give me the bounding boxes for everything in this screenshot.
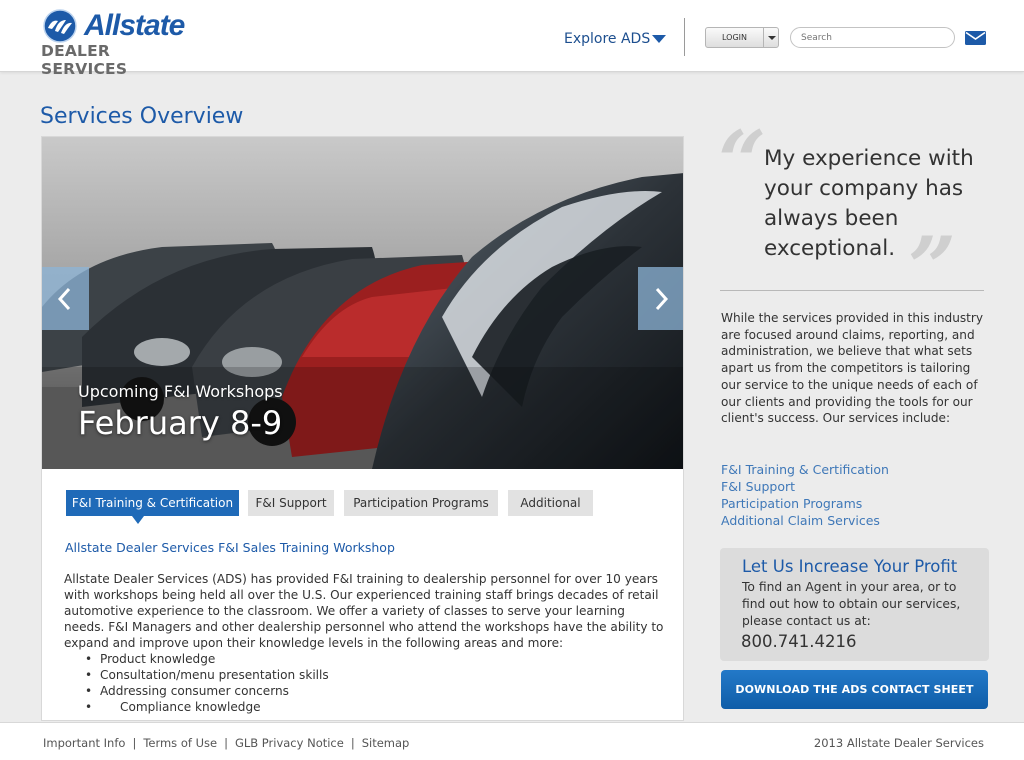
carousel-next-button[interactable] [638,267,683,330]
open-quote-icon: “ [718,112,767,211]
carousel-prev-button[interactable] [42,267,89,330]
logo-wordmark: Allstate [84,9,185,42]
contact-phone[interactable]: 800.741.4216 [741,631,856,653]
chevron-right-icon [655,287,669,311]
list-item: Product knowledge [85,651,660,667]
site-footer: Important Info | Terms of Use | GLB Privacy … [0,722,1024,760]
list-item: Compliance knowledge [85,699,660,715]
footer-link-sitemap[interactable]: Sitemap [362,736,410,750]
profit-contact-box: Let Us Increase Your Profit To find an A… [720,548,989,661]
tab-label: F&I Support [255,496,327,510]
profit-text: To find an Agent in your area, or to fin… [742,580,961,628]
list-item: Consultation/menu presentation skills [85,667,660,683]
tab-additional[interactable]: Additional [508,490,593,516]
close-quote-icon: ” [908,218,957,317]
topic-bullets: Product knowledge Consultation/menu pres… [85,651,660,715]
allstate-logo[interactable]: Allstate DEALER SERVICES [40,9,200,78]
tab-content-heading: Allstate Dealer Services F&I Sales Train… [65,540,395,555]
hero-title: February 8-9 [78,404,283,442]
search-input[interactable] [790,27,955,48]
tab-fi-support[interactable]: F&I Support [248,490,334,516]
footer-links: Important Info | Terms of Use | GLB Privacy … [43,735,409,751]
tab-label: Participation Programs [353,496,489,510]
link-additional-claim-services[interactable]: Additional Claim Services [721,512,889,529]
tab-fi-training[interactable]: F&I Training & Certification [66,490,239,524]
active-tab-pointer [132,516,144,524]
login-button[interactable]: LOGIN [705,27,779,48]
download-contact-sheet-button[interactable]: DOWNLOAD THE ADS CONTACT SHEET [721,670,988,709]
login-separator [763,28,764,47]
chevron-down-icon[interactable] [768,36,776,40]
tab-content-body: Allstate Dealer Services (ADS) has provi… [64,572,664,650]
footer-separator: | [132,736,137,750]
header-divider [684,18,685,56]
sidebar-divider [720,290,984,291]
services-intro: While the services provided in this indu… [721,311,984,426]
chevron-left-icon [57,287,71,311]
tab-label: Additional [520,496,581,510]
explore-ads-label: Explore ADS [564,31,651,47]
copyright: 2013 Allstate Dealer Services [813,736,984,750]
footer-link-privacy[interactable]: GLB Privacy Notice [235,736,344,750]
allstate-hands-logo-icon [43,9,77,43]
hero-subtitle: Upcoming F&I Workshops [78,382,283,401]
mail-icon[interactable] [965,31,986,45]
profit-title: Let Us Increase Your Profit [742,557,958,576]
login-label: LOGIN [721,33,747,42]
link-fi-support[interactable]: F&I Support [721,478,889,495]
page-title: Services Overview [40,104,244,129]
tab-label: F&I Training & Certification [71,496,234,510]
explore-ads-menu[interactable]: Explore ADS [564,29,666,49]
tab-participation-programs[interactable]: Participation Programs [344,490,498,516]
footer-link-important-info[interactable]: Important Info [43,736,125,750]
link-fi-training[interactable]: F&I Training & Certification [721,461,889,478]
footer-separator: | [350,736,355,750]
site-header: Allstate DEALER SERVICES Explore ADS LOG… [0,0,1024,78]
chevron-down-icon [652,35,666,43]
testimonial-quote: My experience with your company has alwa… [764,146,974,261]
hero-carousel: Upcoming F&I Workshops February 8-9 [42,137,683,469]
logo-subtitle: DEALER SERVICES [41,42,128,78]
main-content: Upcoming F&I Workshops February 8-9 F&I … [41,136,684,721]
services-link-list: F&I Training & Certification F&I Support… [721,461,889,529]
footer-link-terms[interactable]: Terms of Use [143,736,217,750]
footer-separator: | [224,736,228,750]
list-item: Addressing consumer concerns [85,683,660,699]
link-participation-programs[interactable]: Participation Programs [721,495,889,512]
